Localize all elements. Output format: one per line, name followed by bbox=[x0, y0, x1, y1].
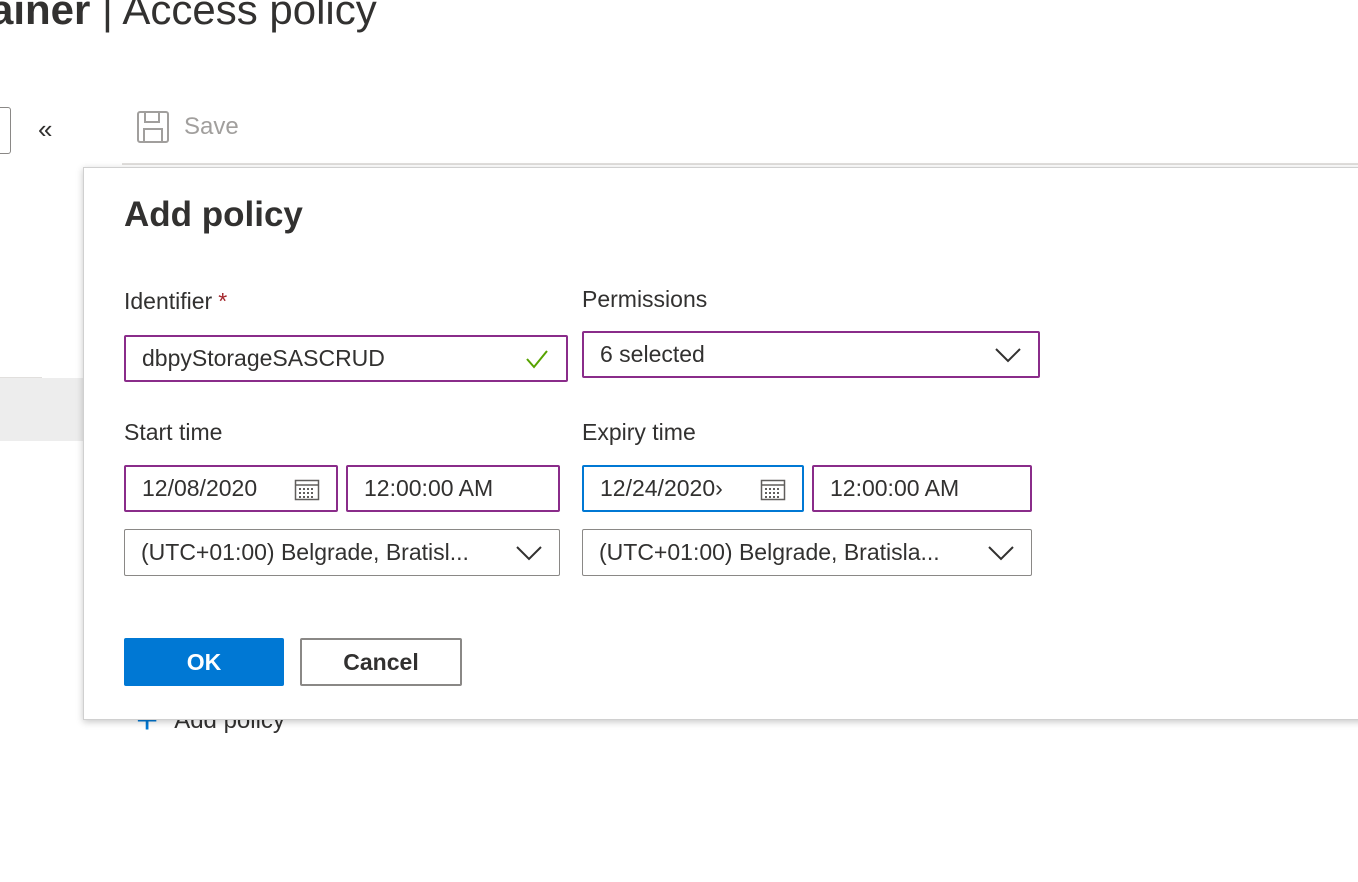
chevron-down-icon bbox=[987, 544, 1015, 562]
page-title-prefix: ainer bbox=[0, 0, 91, 33]
identifier-label-text: Identifier bbox=[124, 288, 213, 314]
permissions-label: Permissions bbox=[582, 286, 708, 312]
cancel-button[interactable]: Cancel bbox=[300, 638, 462, 686]
chevron-down-icon bbox=[515, 544, 543, 562]
expiry-time-label: Expiry time bbox=[582, 419, 696, 445]
start-time-label: Start time bbox=[124, 419, 223, 445]
expiry-date-input[interactable]: 12/24/2020› bbox=[582, 465, 804, 512]
collapse-sidebar-icon[interactable]: « bbox=[38, 115, 52, 143]
save-button-label: Save bbox=[184, 113, 239, 140]
permissions-value: 6 selected bbox=[600, 341, 705, 367]
expiry-time-input[interactable]: 12:00:00 AM bbox=[812, 465, 1032, 512]
add-policy-dialog: Add policy Identifier * dbpyStorageSASCRU… bbox=[83, 167, 1358, 720]
start-date-input[interactable]: 12/08/2020 bbox=[124, 465, 338, 512]
page-title: ainer | Access policy bbox=[0, 0, 377, 34]
calendar-icon[interactable] bbox=[294, 477, 320, 501]
save-button[interactable]: Save bbox=[136, 110, 239, 144]
ok-button[interactable]: OK bbox=[124, 638, 284, 686]
start-time-value: 12:00:00 AM bbox=[364, 475, 494, 501]
required-asterisk: * bbox=[218, 288, 228, 314]
expiry-time-value: 12:00:00 AM bbox=[830, 475, 960, 501]
dialog-title: Add policy bbox=[124, 195, 303, 234]
sidebar-item-selected[interactable] bbox=[0, 378, 84, 441]
permissions-dropdown[interactable]: 6 selected bbox=[582, 331, 1040, 378]
expiry-timezone-dropdown[interactable]: (UTC+01:00) Belgrade, Bratisla... bbox=[582, 529, 1032, 576]
start-time-input[interactable]: 12:00:00 AM bbox=[346, 465, 560, 512]
chevron-down-icon bbox=[994, 346, 1022, 364]
page-title-main: Access policy bbox=[122, 0, 377, 33]
calendar-icon[interactable] bbox=[760, 477, 786, 501]
page-title-separator: | bbox=[90, 0, 123, 33]
identifier-input[interactable]: dbpyStorageSASCRUD bbox=[124, 335, 568, 382]
start-timezone-dropdown[interactable]: (UTC+01:00) Belgrade, Bratisl... bbox=[124, 529, 560, 576]
sidebar-search-input[interactable] bbox=[0, 107, 11, 154]
start-date-value: 12/08/2020 bbox=[142, 475, 258, 501]
expiry-date-value: 12/24/2020› bbox=[600, 475, 723, 501]
start-timezone-value: (UTC+01:00) Belgrade, Bratisl... bbox=[141, 539, 469, 565]
identifier-value: dbpyStorageSASCRUD bbox=[142, 345, 385, 371]
toolbar-divider bbox=[122, 163, 1358, 165]
save-icon bbox=[137, 111, 169, 143]
identifier-label: Identifier * bbox=[124, 288, 227, 315]
checkmark-icon bbox=[524, 346, 550, 372]
expiry-timezone-value: (UTC+01:00) Belgrade, Bratisla... bbox=[599, 539, 940, 565]
